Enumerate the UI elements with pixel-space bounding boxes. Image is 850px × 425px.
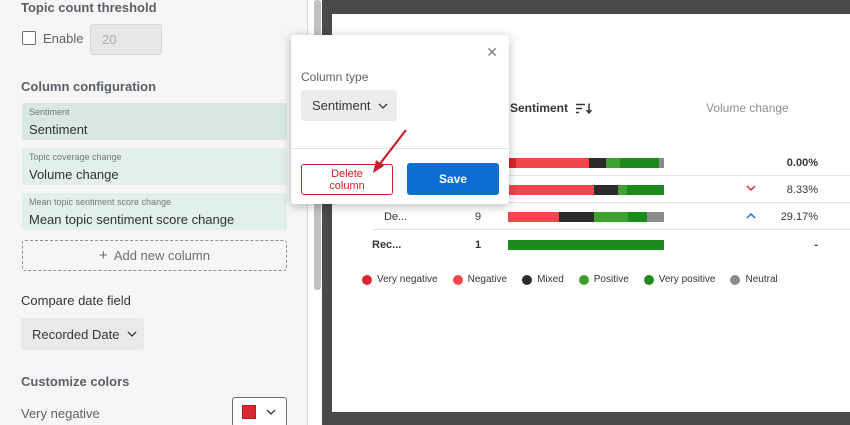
plus-icon: + (99, 247, 108, 264)
column-config-title: Column configuration (21, 79, 157, 94)
topic-threshold-title: Topic count threshold (21, 0, 157, 15)
add-column-label: Add new column (113, 248, 210, 263)
trend-down-icon (746, 183, 756, 195)
column-card-mean-sentiment[interactable]: Mean topic sentiment score change Mean t… (22, 193, 287, 230)
color-swatch (242, 405, 256, 419)
close-icon[interactable]: ✕ (486, 44, 498, 61)
column-value-label: Sentiment (29, 122, 88, 137)
legend-label: Very negative (377, 274, 438, 285)
row-change: 0.00% (786, 157, 818, 169)
sentiment-bar (508, 158, 664, 168)
trend-up-icon (746, 210, 756, 222)
legend-dot-icon (578, 274, 589, 285)
legend-item: Very negative (362, 274, 438, 285)
column-type-label: Column type (301, 70, 369, 84)
sentiment-segment (508, 185, 594, 195)
settings-panel: Topic count threshold Enable 20 Column c… (0, 0, 308, 425)
compare-date-title: Compare date field (21, 293, 131, 308)
row-change: 8.33% (786, 184, 818, 196)
row-change: - (814, 239, 818, 251)
column-card-volume[interactable]: Topic coverage change Volume change (22, 148, 287, 185)
sentiment-segment (646, 212, 664, 222)
chevron-down-icon (127, 331, 137, 337)
sentiment-segment (620, 158, 660, 168)
legend-item: Positive (578, 274, 629, 285)
sentiment-bar (508, 185, 664, 195)
enable-checkbox[interactable] (22, 31, 36, 45)
customize-colors-title: Customize colors (21, 374, 130, 389)
legend-dot-icon (452, 274, 463, 285)
legend: Very negative Negative Mixed Positive Very p… (362, 274, 778, 285)
very-negative-label: Very negative (21, 406, 100, 421)
sentiment-bar (508, 240, 664, 250)
legend-dot-icon (362, 274, 372, 285)
row-divider (372, 229, 850, 230)
enable-label: Enable (43, 31, 84, 46)
row-topic-name: Rec... (372, 239, 402, 251)
delete-label-line2: column (329, 180, 365, 192)
legend-label: Neutral (745, 274, 778, 285)
legend-dot-icon (522, 274, 533, 285)
row-change: 29.17% (780, 211, 818, 223)
sentiment-segment (659, 158, 664, 168)
sentiment-segment (606, 158, 621, 168)
sentiment-bar (508, 212, 664, 222)
sentiment-header-label: Sentiment (510, 101, 569, 115)
annotation-arrow-icon (373, 129, 407, 173)
sentiment-segment (508, 240, 664, 250)
column-edit-dialog: ✕ Column type Sentiment Delete column Sa… (291, 35, 509, 204)
compare-date-dropdown[interactable]: Recorded Date (21, 318, 144, 350)
legend-label: Negative (467, 274, 508, 285)
sentiment-segment (589, 158, 607, 168)
row-count: 1 (475, 239, 482, 251)
legend-label: Mixed (537, 274, 564, 285)
legend-item: Mixed (522, 274, 564, 285)
column-type-label: Mean topic sentiment score change (29, 197, 172, 207)
column-type-label: Topic coverage change (29, 152, 122, 162)
chevron-down-icon (378, 103, 388, 109)
legend-dot-icon (643, 274, 654, 285)
sentiment-segment (508, 158, 516, 168)
sentiment-header[interactable]: Sentiment (510, 101, 593, 115)
chevron-down-icon (266, 409, 276, 415)
row-topic-name: De... (384, 211, 408, 223)
legend-item: Negative (452, 274, 508, 285)
legend-label: Very positive (658, 274, 716, 285)
column-type-value: Sentiment (312, 98, 371, 113)
column-card-sentiment[interactable]: Sentiment Sentiment (22, 103, 287, 140)
legend-label: Positive (593, 274, 629, 285)
sentiment-segment (593, 212, 629, 222)
sentiment-segment (559, 212, 594, 222)
color-picker-button[interactable] (232, 397, 287, 425)
column-value-label: Mean topic sentiment score change (29, 212, 235, 227)
sentiment-segment (628, 212, 647, 222)
column-value-label: Volume change (29, 167, 119, 182)
sentiment-segment (618, 185, 628, 195)
compare-date-value: Recorded Date (32, 326, 120, 342)
sentiment-segment (515, 158, 590, 168)
add-column-button[interactable]: + Add new column (22, 240, 287, 271)
column-type-dropdown[interactable]: Sentiment (301, 90, 397, 121)
legend-dot-icon (730, 274, 741, 285)
volume-header[interactable]: Volume change (706, 101, 789, 115)
sentiment-segment (593, 185, 619, 195)
sentiment-segment (627, 185, 664, 195)
sort-icon[interactable] (576, 103, 593, 114)
row-count: 9 (475, 211, 482, 223)
column-type-label: Sentiment (29, 107, 70, 117)
save-button[interactable]: Save (407, 163, 499, 195)
legend-item: Very positive (643, 274, 716, 285)
sentiment-segment (508, 212, 560, 222)
legend-item: Neutral (730, 274, 778, 285)
threshold-input[interactable]: 20 (90, 24, 162, 55)
